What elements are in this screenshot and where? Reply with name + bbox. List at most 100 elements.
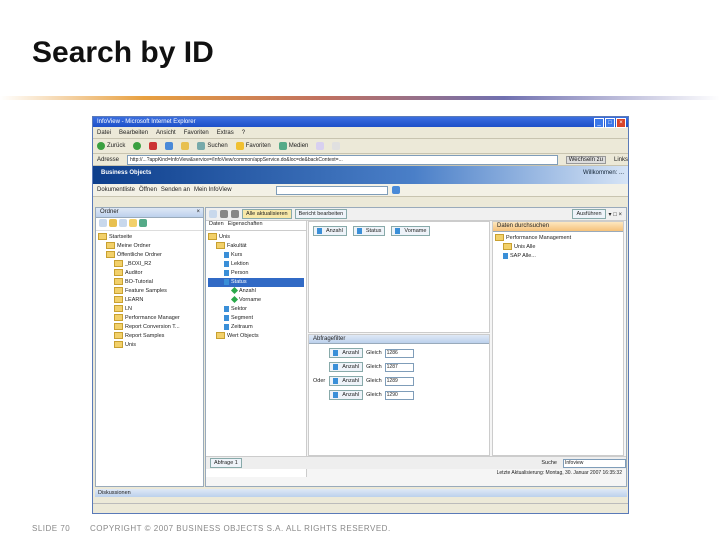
tree-node-folder[interactable]: Feature Samples — [98, 287, 201, 296]
forward-arrow-icon[interactable] — [133, 142, 142, 150]
filter-op[interactable]: Gleich — [366, 392, 382, 398]
tab-properties[interactable]: Eigenschaften — [228, 221, 263, 230]
tree-node-folder[interactable]: LN — [98, 305, 201, 314]
maximize-icon[interactable]: □ — [605, 118, 615, 128]
refresh-all-button[interactable]: Alle aktualisieren — [242, 209, 292, 219]
folder-up-icon[interactable] — [129, 219, 137, 227]
tree-node-home[interactable]: Startseite — [98, 233, 201, 242]
discussions-bar[interactable]: Diskussionen — [95, 489, 627, 497]
filter-value-input[interactable]: 1289 — [384, 376, 414, 386]
filter-op[interactable]: Gleich — [366, 350, 382, 356]
back-label: Zurück — [107, 143, 126, 149]
open-button[interactable]: Öffnen — [139, 187, 157, 193]
send-to-button[interactable]: Senden an — [161, 187, 190, 193]
document-search-input[interactable] — [275, 185, 388, 195]
tree-node-folder[interactable]: Performance Manager — [98, 314, 201, 323]
tree-node-object[interactable]: Segment — [208, 314, 304, 323]
refresh-folder-icon[interactable] — [139, 219, 147, 227]
menu-item-ansicht[interactable]: Ansicht — [156, 130, 176, 136]
filter-row[interactable]: Anzahl Gleich 1287 — [329, 362, 414, 372]
edit-report-button[interactable]: Bericht bearbeiten — [294, 209, 348, 219]
tree-node-universe[interactable]: Unis — [208, 233, 304, 242]
tree-node-object[interactable]: Lektion — [208, 260, 304, 269]
my-infoview-button[interactable]: Mein InfoView — [194, 187, 232, 193]
menu-item-extras[interactable]: Extras — [217, 130, 234, 136]
filter-op[interactable]: Gleich — [366, 364, 382, 370]
slide-number: SLIDE 70 — [32, 524, 71, 533]
filter-row[interactable]: Anzahl Gleich 1289 — [329, 376, 414, 386]
address-input[interactable]: http://...?appKind=InfoView&service=/Inf… — [127, 154, 558, 165]
save-icon[interactable] — [220, 210, 228, 218]
result-object[interactable]: Vorname — [391, 226, 431, 236]
filter-operator[interactable]: Oder — [313, 378, 325, 404]
search-button[interactable]: Suchen — [197, 142, 228, 150]
tree-node-class[interactable]: Wert Objects — [208, 332, 304, 341]
tree-node-object[interactable]: Vorname — [208, 296, 304, 305]
filter-row[interactable]: Anzahl Gleich 1290 — [329, 390, 414, 400]
filter-value-input[interactable]: 1286 — [384, 348, 414, 358]
doclist-button[interactable]: Dokumentliste — [97, 187, 135, 193]
tree-node-class[interactable]: Fakultät — [208, 242, 304, 251]
tree-node[interactable]: Performance Management — [495, 234, 621, 243]
search-go-icon[interactable] — [391, 186, 400, 194]
filter-object[interactable]: Anzahl — [329, 348, 364, 358]
media-button[interactable]: Medien — [278, 142, 308, 150]
panel-search-input[interactable]: Infoview — [563, 458, 626, 468]
run-query-button[interactable]: Ausführen — [572, 209, 606, 219]
print-icon[interactable] — [231, 210, 239, 218]
menu-item-datei[interactable]: Datei — [97, 130, 111, 136]
tree-node[interactable]: Unis Alle — [495, 243, 621, 252]
dimension-icon — [333, 392, 339, 398]
tree-node-my-folders[interactable]: Meine Ordner — [98, 242, 201, 251]
tab-query-1[interactable]: Abfrage 1 — [210, 458, 242, 468]
copy-icon[interactable] — [119, 219, 127, 227]
tree-node-folder[interactable]: LEARN — [98, 296, 201, 305]
detail-icon — [230, 296, 239, 304]
tree-node-folder[interactable]: Report Samples — [98, 332, 201, 341]
filter-value-input[interactable]: 1290 — [384, 390, 414, 400]
close-panel-icon[interactable]: × — [196, 208, 200, 217]
address-bar: Adresse http://...?appKind=InfoView&serv… — [93, 154, 628, 166]
tree-node-public-folders[interactable]: Öffentliche Ordner — [98, 251, 201, 260]
tab-data[interactable]: Daten — [209, 221, 224, 230]
minimize-icon[interactable]: _ — [594, 118, 604, 128]
tree-node-object[interactable]: Person — [208, 269, 304, 278]
tree-node-object[interactable]: Zeitraum — [208, 323, 304, 332]
go-button[interactable]: Wechseln zu — [565, 155, 606, 164]
result-object[interactable]: Anzahl — [313, 226, 347, 236]
menu-item-help[interactable]: ? — [242, 130, 245, 136]
result-object[interactable]: Status — [352, 226, 386, 236]
tree-node-object[interactable]: Kurs — [208, 251, 304, 260]
refresh-icon[interactable] — [165, 142, 174, 150]
favorites-button[interactable]: Favoriten — [235, 142, 271, 150]
history-icon[interactable] — [316, 142, 325, 150]
tree-node-folder[interactable]: Report Conversion T... — [98, 323, 201, 332]
filter-object[interactable]: Anzahl — [329, 376, 364, 386]
filter-object[interactable]: Anzahl — [329, 390, 364, 400]
close-icon[interactable]: × — [616, 118, 626, 128]
menu-item-favoriten[interactable]: Favoriten — [184, 130, 209, 136]
tree-node-folder[interactable]: _BOXI_R2 — [98, 260, 201, 269]
tree-node-object[interactable]: Sektor — [208, 305, 304, 314]
tree-node-object[interactable]: Anzahl — [208, 287, 304, 296]
filter-value-input[interactable]: 1287 — [384, 362, 414, 372]
back-button[interactable]: Zurück — [97, 142, 125, 150]
folder-icon[interactable] — [109, 219, 117, 227]
stop-icon[interactable] — [149, 142, 158, 150]
filter-row[interactable]: Anzahl Gleich 1286 — [329, 348, 414, 358]
tree-node-folder[interactable]: BO-Tutorial — [98, 278, 201, 287]
new-doc-icon[interactable] — [209, 210, 217, 218]
filter-op[interactable]: Gleich — [366, 378, 382, 384]
links-label[interactable]: Links — [614, 157, 628, 163]
tree-node[interactable]: SAP Alle... — [495, 252, 621, 261]
home-icon[interactable] — [181, 142, 190, 150]
menu-item-bearbeiten[interactable]: Bearbeiten — [119, 130, 148, 136]
new-folder-icon[interactable] — [99, 219, 107, 227]
tree-node-folder[interactable]: Auditor — [98, 269, 201, 278]
tree-node-selected[interactable]: Status — [208, 278, 304, 287]
window-ctrl-icons[interactable]: ▾ □ × — [609, 211, 622, 218]
tree-node-folder[interactable]: Unis — [98, 341, 201, 350]
data-tabs: Daten Eigenschaften — [206, 221, 306, 231]
filter-object[interactable]: Anzahl — [329, 362, 364, 372]
mail-icon[interactable] — [332, 142, 341, 150]
